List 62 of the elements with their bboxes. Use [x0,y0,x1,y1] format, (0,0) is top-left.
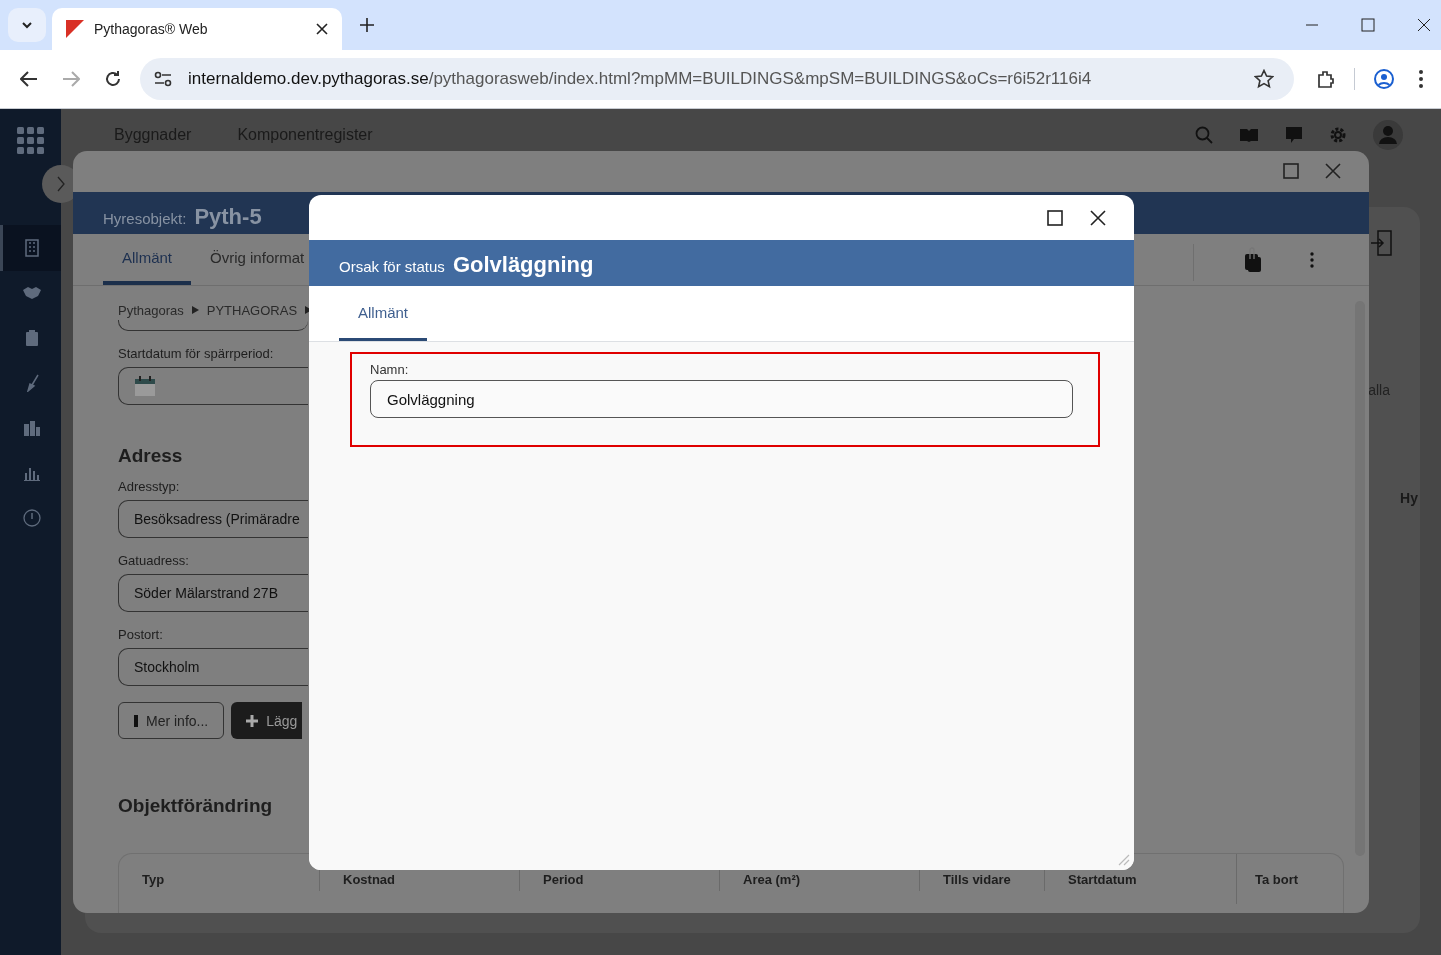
field-label: Adresstyp: [118,479,181,494]
info-button[interactable]: Mer info... [118,702,225,739]
breadcrumb-link[interactable]: PYTHAGORAS [206,302,298,318]
reload-icon[interactable] [104,70,122,88]
buildings-icon [23,420,41,436]
column-header: Typ [141,870,166,889]
header-label: Hyresobjekt: [103,209,187,227]
name-field[interactable]: Golvläggning [370,380,1073,418]
clipboard-icon [25,329,39,347]
add-button[interactable]: Lägg [231,702,303,739]
close-icon[interactable] [316,23,328,35]
search-icon[interactable] [1195,126,1213,144]
field-label: Postort: [118,627,164,642]
field-label: Startdatum för spärrperiod: [118,346,275,361]
resize-grip-icon[interactable] [1116,852,1130,866]
column-header: Ta bort [1236,854,1343,904]
calendar-icon[interactable] [134,375,156,397]
header-label: Orsak för status [339,258,445,275]
gauge-icon [23,509,41,527]
plus-icon [246,714,259,727]
profile-icon[interactable] [1373,68,1395,90]
date-field[interactable] [118,367,308,405]
chevron-right-icon [57,176,65,192]
header-title: Golvläggning [452,252,594,278]
close-icon[interactable] [1090,209,1106,226]
exit-icon[interactable] [1370,230,1392,256]
section-heading: Adress [118,445,184,467]
maximize-icon[interactable] [1047,209,1063,226]
star-icon[interactable] [1254,69,1274,89]
more-icon[interactable] [1419,70,1423,88]
app-grid-icon[interactable] [16,127,45,155]
bar-chart-icon [23,465,41,481]
settings-icon[interactable] [1329,126,1347,144]
tab[interactable]: Allmänt [103,234,192,285]
browser-tab[interactable]: Pythagoras® Web [52,8,342,50]
handshake-icon [22,286,42,300]
close-icon[interactable] [1417,18,1431,32]
book-icon[interactable] [1239,127,1259,143]
field-label: Gatuadress: [118,553,190,568]
forward-icon[interactable] [62,71,80,87]
sidebar-item[interactable] [0,225,61,271]
field-label: Namn: [370,362,410,377]
address-bar[interactable]: internaldemo.dev.pythagoras.se/pythagorasweb/index.html?mpMM=BUILDINGS&mpSM=BUILDINGS&oCs=r6i52r116i4 [140,58,1294,100]
chat-icon[interactable] [1285,126,1303,144]
site-settings-icon[interactable] [154,71,172,87]
back-icon[interactable] [20,71,38,87]
new-tab-icon[interactable] [360,18,374,32]
chevron-down-icon [21,21,33,29]
input-field[interactable]: Stockholm [118,648,308,686]
building-icon [25,239,39,257]
avatar-icon[interactable] [1373,120,1403,150]
tab-title: Pythagoras® Web [94,21,209,37]
extensions-icon[interactable] [1316,69,1336,89]
url-text: internaldemo.dev.pythagoras.se/pythagorasweb/index.html?mpMM=BUILDINGS&mpSM=BUILDINGS&oCs=r6i52r116i4 [188,69,1092,89]
breadcrumb-link[interactable]: Pythagoras [118,302,184,318]
paperclip-icon[interactable] [1244,246,1262,273]
logo [66,20,84,38]
input-field[interactable]: Besöksadress (Primäradre [118,500,308,538]
section-heading: Objektförändring [118,795,274,817]
input-field[interactable]: Söder Mälarstrand 27B [118,574,308,612]
header-title: Pyth-5 [194,203,262,230]
triangle-icon [191,306,199,314]
